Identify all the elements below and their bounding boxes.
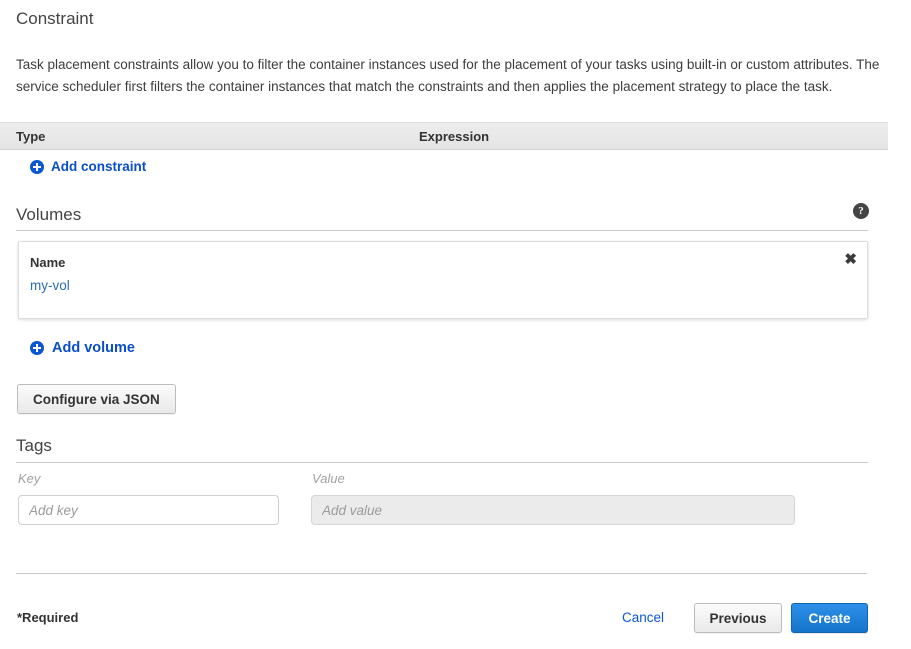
tag-value-label: Value <box>312 471 345 486</box>
plus-circle-icon <box>30 159 44 174</box>
tags-divider <box>16 462 868 463</box>
column-header-expression: Expression <box>419 129 490 144</box>
volume-name-value[interactable]: my-vol <box>30 278 70 293</box>
volumes-section-title: Volumes <box>16 205 82 224</box>
configure-via-json-button[interactable]: Configure via JSON <box>17 384 176 414</box>
constraint-section-title: Constraint <box>16 9 94 28</box>
tag-value-input[interactable] <box>311 495 795 525</box>
add-volume-label: Add volume <box>52 340 135 356</box>
tags-section-title: Tags <box>16 436 52 455</box>
cancel-button[interactable]: Cancel <box>622 610 664 625</box>
add-constraint-label: Add constraint <box>51 159 147 174</box>
constraint-table-header-row: Type Expression <box>0 122 888 150</box>
create-button[interactable]: Create <box>791 603 868 633</box>
tag-key-input[interactable] <box>18 495 279 525</box>
volume-card: Name my-vol ✖ <box>18 241 868 319</box>
plus-circle-icon <box>30 341 44 355</box>
tag-key-label: Key <box>18 471 41 486</box>
previous-button[interactable]: Previous <box>694 603 782 633</box>
footer-divider <box>16 573 867 574</box>
add-volume-button[interactable]: Add volume <box>30 340 135 356</box>
constraint-description: Task placement constraints allow you to … <box>16 56 880 94</box>
required-note: *Required <box>17 610 79 625</box>
help-circle-icon[interactable]: ? <box>853 203 869 219</box>
add-constraint-button[interactable]: Add constraint <box>30 159 146 174</box>
column-header-type: Type <box>16 129 46 144</box>
volumes-divider <box>16 230 868 231</box>
volume-name-label: Name <box>30 255 66 270</box>
close-icon[interactable]: ✖ <box>844 252 857 268</box>
